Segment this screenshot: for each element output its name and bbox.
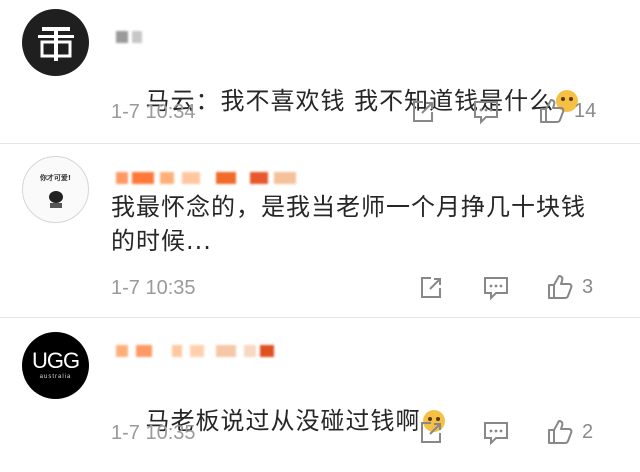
like-icon — [548, 275, 573, 299]
like-icon — [540, 99, 565, 123]
username-redacted — [116, 169, 306, 187]
avatar-brand-sub: australia — [39, 374, 72, 380]
avatar[interactable]: UGG australia — [22, 332, 89, 399]
comment-time: 1-7 10:35 — [111, 422, 196, 444]
share-icon — [421, 422, 441, 443]
avatar[interactable] — [22, 9, 89, 76]
comment-icon — [484, 422, 508, 446]
comment-button[interactable] — [472, 99, 500, 125]
comment-item: 你才可爱! 我最怀念的，是我当老师一个月挣几十块钱 的时候... 1-7 10:… — [0, 144, 640, 318]
like-count: 2 — [582, 420, 594, 443]
like-icon — [548, 420, 573, 444]
comment-text: 马老板说过从没碰过钱啊 — [111, 370, 610, 472]
share-icon — [413, 101, 433, 122]
username-redacted — [116, 342, 286, 360]
comment-time: 1-7 10:34 — [111, 101, 196, 123]
like-button[interactable]: 2 — [546, 418, 593, 446]
avatar[interactable]: 你才可爱! — [22, 156, 89, 223]
avatar-cartoon-icon — [49, 191, 63, 208]
like-button[interactable]: 3 — [546, 273, 593, 301]
username-redacted — [116, 28, 156, 46]
comment-text: 我最怀念的，是我当老师一个月挣几十块钱 的时候... — [111, 193, 586, 255]
comment-item: UGG australia 马老板说过从没碰过钱啊 1-7 10:35 2 — [0, 318, 640, 464]
share-button[interactable] — [418, 275, 444, 301]
avatar-brand: UGG — [31, 348, 80, 373]
comment-item: 马云：我不喜欢钱 我不知道钱是什么 1-7 10:34 14 — [0, 0, 640, 144]
comment-icon — [484, 277, 508, 301]
avatar-logo-icon — [38, 27, 74, 61]
share-button[interactable] — [410, 99, 436, 125]
comment-icon — [474, 101, 498, 125]
like-button[interactable]: 14 — [538, 97, 596, 125]
comment-button[interactable] — [482, 275, 510, 301]
share-button[interactable] — [418, 420, 444, 446]
comment-time: 1-7 10:35 — [111, 277, 196, 299]
share-icon — [421, 277, 441, 298]
comment-button[interactable] — [482, 420, 510, 446]
like-count: 3 — [582, 275, 594, 298]
like-count: 14 — [574, 99, 597, 122]
